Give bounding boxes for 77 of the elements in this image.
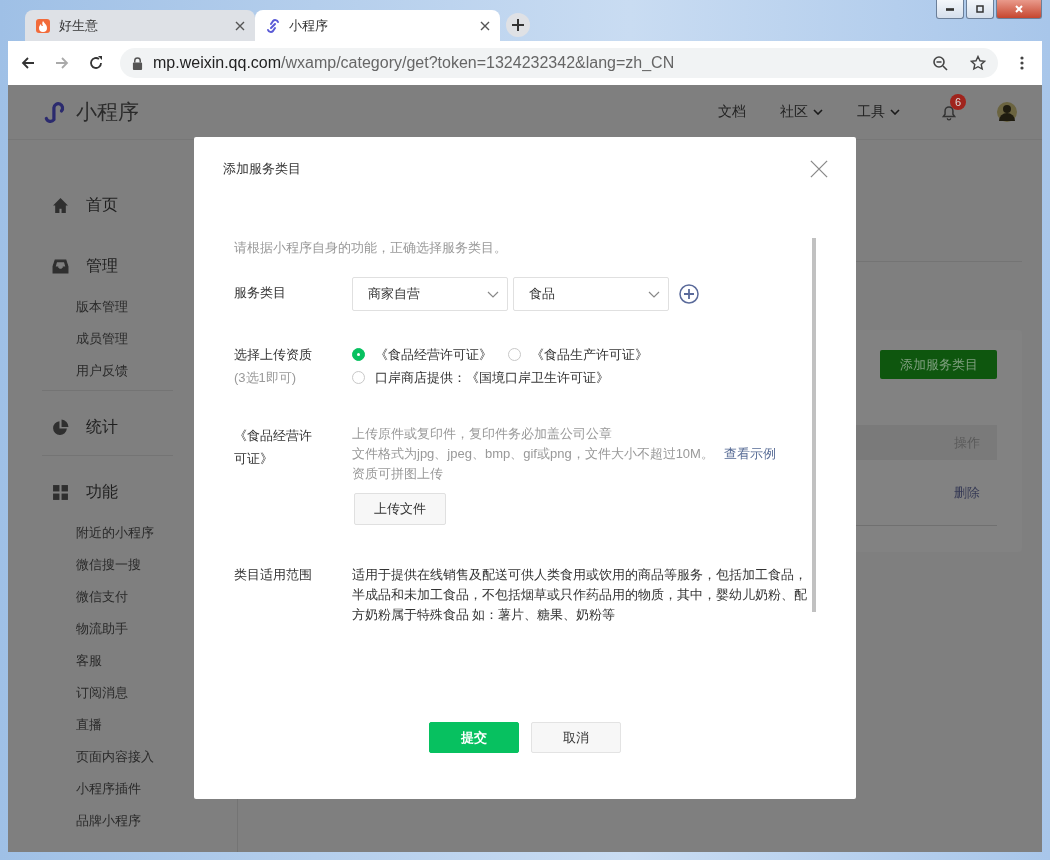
sidebar-item[interactable]: 版本管理 bbox=[76, 291, 173, 323]
browser-tab[interactable]: 好生意 bbox=[25, 10, 255, 41]
sidebar-item[interactable]: 微信支付 bbox=[76, 581, 173, 613]
nav-link[interactable]: 社区 bbox=[780, 103, 823, 121]
hint-text: 文件格式为jpg、jpeg、bmp、gif或png，文件大小不超过10M。 bbox=[352, 445, 714, 463]
chevron-down-icon bbox=[487, 290, 499, 298]
radio-option[interactable]: 《食品经营许可证》 bbox=[352, 343, 492, 366]
delete-link[interactable]: 删除 bbox=[954, 483, 980, 502]
field-label: 《食品经营许可证》 bbox=[234, 427, 313, 468]
close-icon[interactable] bbox=[480, 20, 490, 31]
flame-icon bbox=[35, 17, 51, 34]
maximize-icon bbox=[975, 4, 985, 14]
chevron-down-icon bbox=[648, 290, 660, 298]
pie-chart-icon bbox=[52, 418, 69, 436]
add-category-button[interactable]: 添加服务类目 bbox=[880, 350, 997, 379]
reload-icon[interactable] bbox=[88, 55, 104, 71]
avatar-icon[interactable] bbox=[996, 100, 1018, 124]
maximize-button[interactable] bbox=[966, 0, 994, 19]
address-bar[interactable]: mp.weixin.qq.com/wxamp/category/get?token=1324232342&lang=zh_CN bbox=[120, 48, 998, 78]
minimize-icon bbox=[946, 7, 954, 11]
url-text: mp.weixin.qq.com/wxamp/category/get?token=1324232342&lang=zh_CN bbox=[153, 54, 675, 72]
sidebar-item[interactable]: 小程序插件 bbox=[76, 773, 173, 805]
close-button[interactable] bbox=[996, 0, 1042, 19]
sidebar-item[interactable]: 物流助手 bbox=[76, 613, 173, 645]
notification-badge: 6 bbox=[950, 94, 967, 110]
home-icon bbox=[52, 196, 69, 214]
sidebar-item[interactable]: 用户反馈 bbox=[76, 355, 173, 387]
tab-title: 小程序 bbox=[289, 16, 329, 35]
submit-button[interactable]: 提交 bbox=[429, 722, 519, 753]
nav-link[interactable]: 文档 bbox=[718, 103, 746, 121]
minimize-button[interactable] bbox=[936, 0, 964, 19]
grid-icon bbox=[52, 483, 69, 501]
inbox-icon bbox=[52, 257, 69, 275]
new-tab-icon[interactable] bbox=[506, 13, 530, 37]
sidebar-section[interactable]: 管理 bbox=[42, 241, 173, 291]
dropdown[interactable]: 食品 bbox=[513, 277, 669, 311]
add-icon[interactable] bbox=[679, 284, 699, 304]
sidebar-item[interactable]: 订阅消息 bbox=[76, 677, 173, 709]
field-label: 服务类目 bbox=[234, 284, 287, 302]
tab-title: 好生意 bbox=[59, 16, 99, 35]
dropdown[interactable]: 商家自营 bbox=[352, 277, 508, 311]
close-icon[interactable] bbox=[810, 160, 828, 178]
close-icon[interactable] bbox=[235, 20, 245, 31]
sidebar-item[interactable]: 附近的小程序 bbox=[76, 517, 173, 549]
hint-text: 上传原件或复印件，复印件务必加盖公司公章 bbox=[352, 425, 612, 443]
cancel-button[interactable]: 取消 bbox=[531, 722, 621, 753]
logo-text: 小程序 bbox=[76, 99, 139, 125]
field-hint: (3选1即可) bbox=[234, 369, 298, 387]
close-icon bbox=[1014, 4, 1024, 14]
radio-option[interactable]: 口岸商店提供：《国境口岸卫生许可证》 bbox=[352, 366, 609, 389]
upload-button[interactable]: 上传文件 bbox=[354, 493, 446, 525]
browser-tab[interactable]: 小程序 bbox=[255, 10, 500, 41]
sidebar-item[interactable]: 品牌小程序 bbox=[76, 805, 173, 837]
dialog-title: 添加服务类目 bbox=[223, 160, 301, 178]
intro-text: 请根据小程序自身的功能，正确选择服务类目。 bbox=[234, 239, 508, 257]
menu-icon[interactable] bbox=[1020, 55, 1024, 71]
sidebar-section[interactable]: 首页 bbox=[42, 180, 173, 230]
star-icon[interactable] bbox=[970, 55, 986, 71]
back-icon[interactable] bbox=[20, 55, 36, 71]
link-icon bbox=[265, 17, 281, 34]
scope-text: 适用于提供在线销售及配送可供人类食用或饮用的商品等服务，包括加工食品，半成品和未加工食品，不包括烟草或只作药品用的物质，其中，婴幼儿奶粉、配方奶粉属于特殊食品 如：薯片、糖果、奶粉等 bbox=[352, 567, 808, 624]
field-label: 选择上传资质 bbox=[234, 346, 313, 364]
radio-button[interactable] bbox=[352, 348, 365, 361]
nav-link[interactable]: 工具 bbox=[857, 103, 900, 121]
sidebar-item[interactable]: 直播 bbox=[76, 709, 173, 741]
sidebar-section[interactable]: 统计 bbox=[42, 402, 173, 452]
sidebar-section[interactable]: 功能 bbox=[42, 467, 173, 517]
example-link[interactable]: 查看示例 bbox=[723, 444, 776, 464]
radio-option[interactable]: 《食品生产许可证》 bbox=[508, 343, 648, 366]
hint-text: 资质可拼图上传 bbox=[352, 465, 443, 483]
sidebar-item[interactable]: 成员管理 bbox=[76, 323, 173, 355]
sidebar-item[interactable]: 页面内容接入 bbox=[76, 741, 173, 773]
lock-icon bbox=[132, 56, 143, 70]
scrollbar[interactable] bbox=[812, 238, 816, 612]
zoom-out-icon[interactable] bbox=[932, 55, 948, 71]
sidebar-item[interactable]: 客服 bbox=[76, 645, 173, 677]
field-label: 类目适用范围 bbox=[234, 566, 313, 584]
